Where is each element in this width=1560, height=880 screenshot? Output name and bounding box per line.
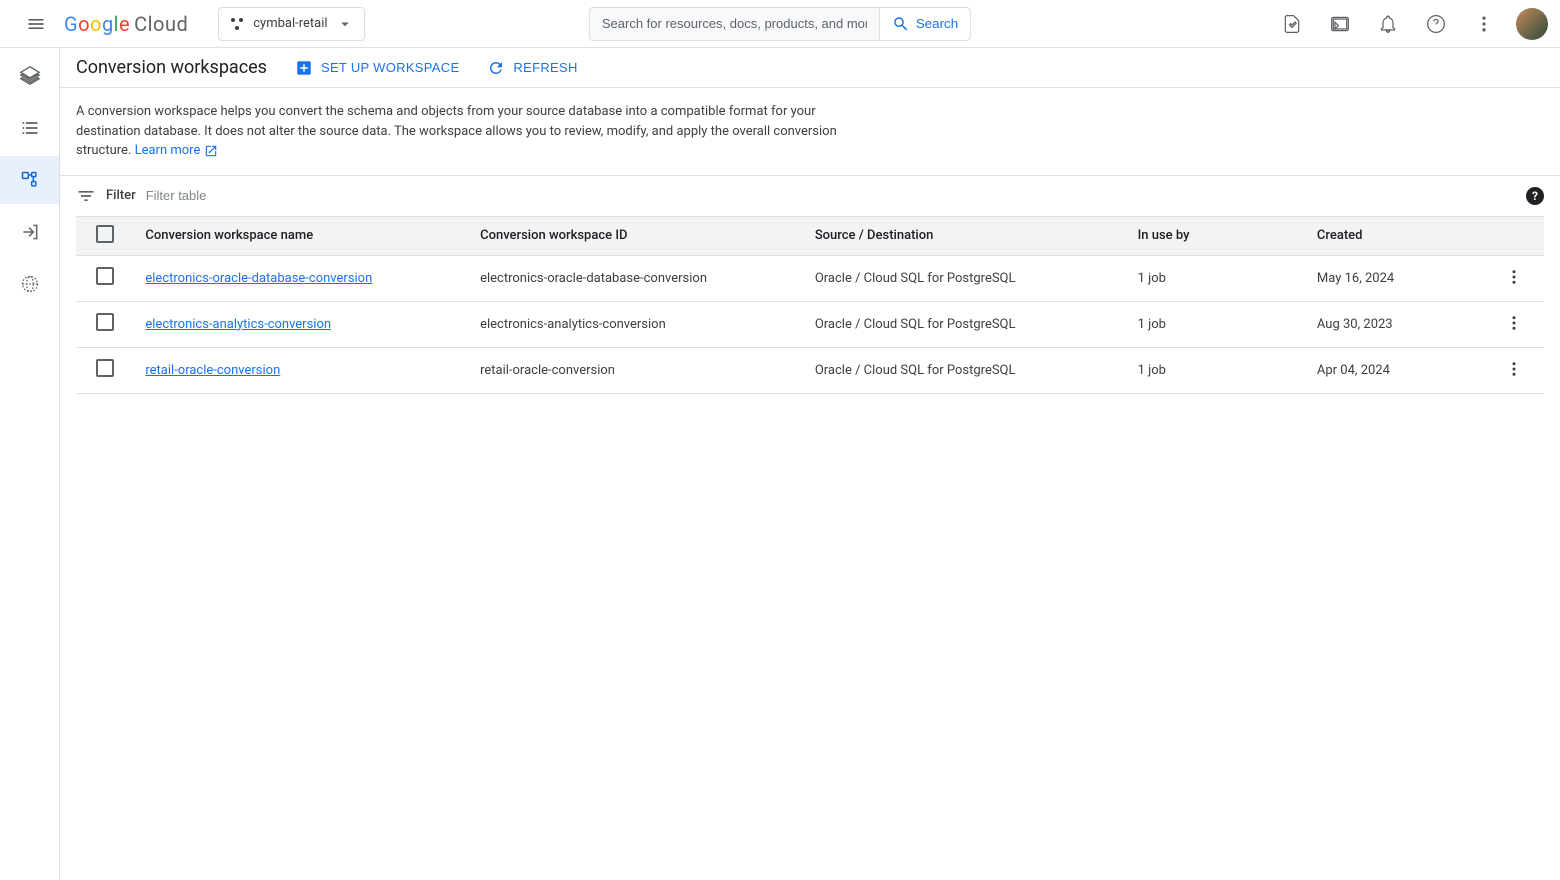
source-dest-cell: Oracle / Cloud SQL for PostgreSQL (803, 301, 1126, 347)
column-id[interactable]: Conversion workspace ID (468, 216, 803, 255)
table-row: electronics-analytics-conversion electro… (76, 301, 1544, 347)
column-name[interactable]: Conversion workspace name (133, 216, 468, 255)
project-name: cymbal-retail (253, 16, 327, 31)
row-checkbox[interactable] (96, 267, 114, 285)
search-button-label: Search (916, 16, 958, 31)
google-cloud-logo[interactable]: Google Cloud (64, 12, 188, 36)
filter-input[interactable] (146, 188, 346, 203)
setup-workspace-button[interactable]: SET UP WORKSPACE (295, 59, 459, 77)
search-icon (892, 15, 910, 33)
login-icon (20, 222, 40, 242)
row-more-button[interactable] (1501, 310, 1527, 339)
more-vert-icon (1505, 268, 1523, 286)
filter-label: Filter (106, 188, 136, 203)
sidebar-item-migration-jobs[interactable] (10, 108, 50, 148)
inuse-cell: 1 job (1126, 347, 1305, 393)
header-actions (1276, 8, 1548, 40)
menu-icon (26, 14, 46, 34)
notifications-button[interactable] (1372, 8, 1404, 40)
workspace-name-link[interactable]: electronics-oracle-database-conversion (145, 271, 372, 286)
learn-more-link[interactable]: Learn more (135, 141, 219, 161)
workspaces-table: Conversion workspace name Conversion wor… (76, 216, 1544, 394)
layout: Conversion workspaces SET UP WORKSPACE R… (0, 48, 1560, 880)
add-box-icon (295, 59, 313, 77)
avatar[interactable] (1516, 8, 1548, 40)
filter-bar: Filter ? (60, 176, 1560, 216)
list-icon (20, 118, 40, 138)
filter-help-button[interactable]: ? (1526, 187, 1544, 205)
source-dest-cell: Oracle / Cloud SQL for PostgreSQL (803, 347, 1126, 393)
table-row: electronics-oracle-database-conversion e… (76, 255, 1544, 301)
search-container: Search (589, 7, 971, 41)
workspace-name-link[interactable]: electronics-analytics-conversion (145, 317, 331, 332)
hamburger-menu-button[interactable] (12, 0, 60, 48)
dropdown-icon (336, 15, 354, 33)
globe-icon (20, 274, 40, 294)
created-cell: May 16, 2024 (1305, 255, 1484, 301)
top-header: Google Cloud cymbal-retail Search (0, 0, 1560, 48)
workspace-id-cell: retail-oracle-conversion (468, 347, 803, 393)
sidebar-item-private-connectivity[interactable] (10, 264, 50, 304)
external-link-icon (204, 144, 218, 158)
column-inuse[interactable]: In use by (1126, 216, 1305, 255)
source-dest-cell: Oracle / Cloud SQL for PostgreSQL (803, 255, 1126, 301)
column-created[interactable]: Created (1305, 216, 1484, 255)
cloud-shell-button[interactable] (1324, 8, 1356, 40)
search-button[interactable]: Search (879, 7, 971, 41)
overflow-menu-button[interactable] (1468, 8, 1500, 40)
sidebar-item-connection-profiles[interactable] (10, 212, 50, 252)
tips-icon (1282, 14, 1302, 34)
sidebar-item-overview[interactable] (10, 56, 50, 96)
inuse-cell: 1 job (1126, 301, 1305, 347)
project-picker[interactable]: cymbal-retail (218, 7, 364, 41)
help-button[interactable] (1420, 8, 1452, 40)
trial-status-button[interactable] (1276, 8, 1308, 40)
table-row: retail-oracle-conversion retail-oracle-c… (76, 347, 1544, 393)
workspace-id-cell: electronics-oracle-database-conversion (468, 255, 803, 301)
row-checkbox[interactable] (96, 313, 114, 331)
refresh-label: REFRESH (513, 60, 577, 75)
workspace-id-cell: electronics-analytics-conversion (468, 301, 803, 347)
refresh-button[interactable]: REFRESH (487, 59, 577, 77)
inuse-cell: 1 job (1126, 255, 1305, 301)
page-title: Conversion workspaces (76, 57, 267, 78)
select-all-checkbox[interactable] (96, 225, 114, 243)
created-cell: Aug 30, 2023 (1305, 301, 1484, 347)
row-checkbox[interactable] (96, 359, 114, 377)
side-nav (0, 48, 60, 880)
more-vert-icon (1474, 14, 1494, 34)
page-header: Conversion workspaces SET UP WORKSPACE R… (60, 48, 1560, 88)
workspace-name-link[interactable]: retail-oracle-conversion (145, 363, 280, 378)
layers-icon (19, 65, 41, 87)
setup-label: SET UP WORKSPACE (321, 60, 459, 75)
refresh-icon (487, 59, 505, 77)
search-input[interactable] (589, 7, 879, 41)
created-cell: Apr 04, 2024 (1305, 347, 1484, 393)
filter-list-icon (76, 186, 96, 206)
project-icon (229, 16, 245, 32)
bell-icon (1378, 14, 1398, 34)
help-circle-icon (1426, 14, 1446, 34)
more-vert-icon (1505, 314, 1523, 332)
column-source[interactable]: Source / Destination (803, 216, 1126, 255)
main-content: Conversion workspaces SET UP WORKSPACE R… (60, 48, 1560, 880)
learn-more-label: Learn more (135, 141, 201, 161)
terminal-icon (1330, 14, 1350, 34)
row-more-button[interactable] (1501, 264, 1527, 293)
page-description: A conversion workspace helps you convert… (60, 88, 880, 175)
sidebar-item-conversion-workspaces[interactable] (10, 160, 50, 200)
more-vert-icon (1505, 360, 1523, 378)
workspace-icon (20, 170, 40, 190)
row-more-button[interactable] (1501, 356, 1527, 385)
